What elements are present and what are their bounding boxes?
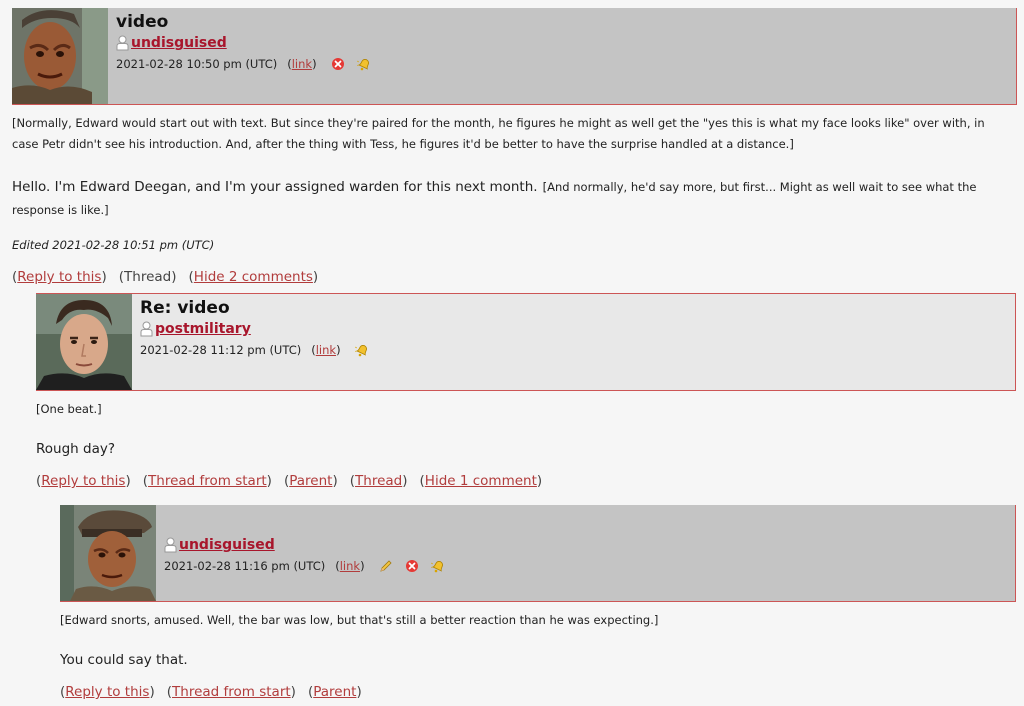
comment-body: Hello. I'm Edward Deegan, and I'm your a… xyxy=(12,175,1017,221)
bell-icon[interactable] xyxy=(357,57,371,71)
comment-actions: (Reply to this) (Thread from start) (Paren… xyxy=(60,684,362,700)
bell-icon[interactable] xyxy=(355,343,369,357)
link-wrapper: (link) xyxy=(335,559,365,573)
reply-link[interactable]: Reply to this xyxy=(65,684,149,700)
username-link[interactable]: undisguised xyxy=(131,34,227,52)
user-icon[interactable] xyxy=(116,35,129,51)
comment-body-note: [One beat.] xyxy=(36,402,102,416)
comment-1: video undisguised 2021-02-28 10:50 pm (U… xyxy=(12,8,1017,287)
delete-icon[interactable] xyxy=(405,559,419,573)
hide-comments-link[interactable]: Hide 1 comment xyxy=(425,473,537,489)
link-wrapper: (link) xyxy=(287,57,317,71)
delete-icon[interactable] xyxy=(331,57,345,71)
thread-from-start-link[interactable]: Thread from start xyxy=(148,473,267,489)
timestamp: 2021-02-28 10:50 pm (UTC) xyxy=(116,57,278,71)
thread-from-start-link[interactable]: Thread from start xyxy=(172,684,291,700)
comment-body-note: [Edward snorts, amused. Well, the bar wa… xyxy=(60,613,659,627)
timestamp: 2021-02-28 11:16 pm (UTC) xyxy=(164,559,326,573)
edit-icon[interactable] xyxy=(379,559,393,573)
avatar[interactable] xyxy=(60,505,156,601)
user-line: postmilitary xyxy=(140,320,369,338)
comment-link[interactable]: link xyxy=(292,57,312,71)
comment-header: Re: video postmilitary 2021-02-28 11:12 … xyxy=(36,293,1016,391)
comment-body-speech: Rough day? xyxy=(36,441,116,457)
hide-comments-link[interactable]: Hide 2 comments xyxy=(194,269,313,285)
thread-link[interactable]: Thread xyxy=(355,473,402,489)
reply-link[interactable]: Reply to this xyxy=(41,473,125,489)
comment-meta: 2021-02-28 10:50 pm (UTC) (link) xyxy=(116,56,371,72)
user-line: undisguised xyxy=(164,536,445,554)
comment-title: video xyxy=(116,12,169,32)
comment-header: undisguised 2021-02-28 11:16 pm (UTC) (l… xyxy=(60,505,1016,602)
timestamp: 2021-02-28 11:12 pm (UTC) xyxy=(140,343,302,357)
comment-meta: 2021-02-28 11:12 pm (UTC) (link) xyxy=(140,342,369,358)
comment-header: video undisguised 2021-02-28 10:50 pm (U… xyxy=(12,8,1017,105)
user-icon[interactable] xyxy=(140,321,153,337)
parent-link[interactable]: Parent xyxy=(313,684,356,700)
edited-note: Edited 2021-02-28 10:51 pm (UTC) xyxy=(12,238,215,252)
username-link[interactable]: postmilitary xyxy=(155,320,251,338)
comment-link[interactable]: link xyxy=(316,343,336,357)
bell-icon[interactable] xyxy=(431,559,445,573)
comment-title: Re: video xyxy=(140,298,230,318)
comment-2: Re: video postmilitary 2021-02-28 11:12 … xyxy=(36,293,1016,491)
user-icon[interactable] xyxy=(164,537,177,553)
comment-actions: (Reply to this) (Thread from start) (Paren… xyxy=(36,473,543,489)
link-wrapper: (link) xyxy=(311,343,341,357)
comment-link[interactable]: link xyxy=(340,559,360,573)
comment-body-speech: Hello. I'm Edward Deegan, and I'm your a… xyxy=(12,179,538,195)
thread-label: Thread xyxy=(124,269,172,285)
comment-body-speech: You could say that. xyxy=(60,652,188,668)
avatar[interactable] xyxy=(36,294,132,390)
avatar[interactable] xyxy=(12,8,108,104)
parent-link[interactable]: Parent xyxy=(289,473,332,489)
comment-body-note: [Normally, Edward would start out with t… xyxy=(12,116,985,151)
username-link[interactable]: undisguised xyxy=(179,536,275,554)
comment-3: undisguised 2021-02-28 11:16 pm (UTC) (l… xyxy=(60,505,1016,702)
comment-actions: (Reply to this) (Thread) (Hide 2 comments) xyxy=(12,269,319,285)
reply-link[interactable]: Reply to this xyxy=(17,269,101,285)
comment-meta: 2021-02-28 11:16 pm (UTC) (link) xyxy=(164,558,445,574)
user-line: undisguised xyxy=(116,34,371,52)
